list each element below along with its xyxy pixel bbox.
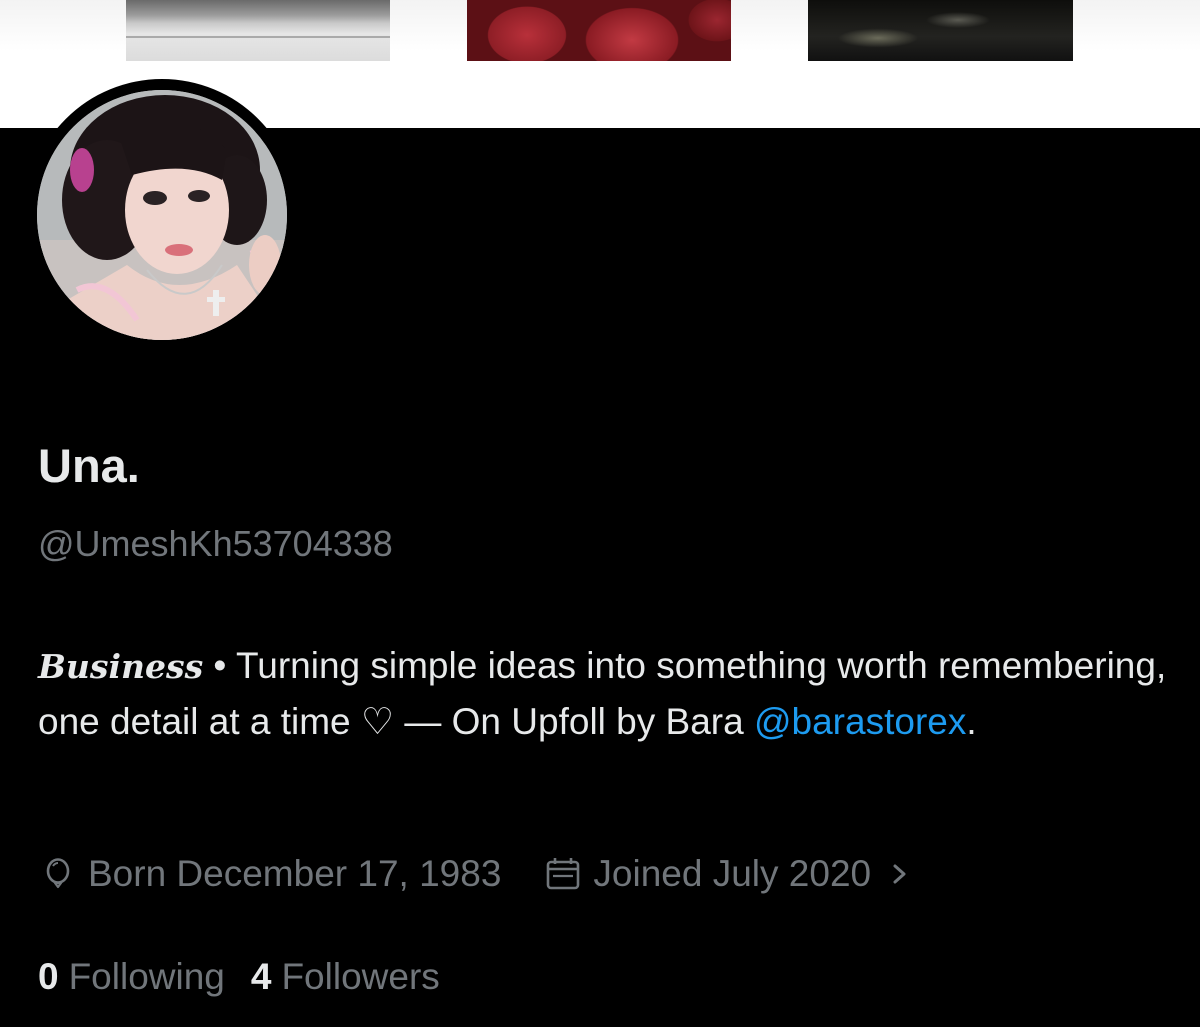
banner-photo-3 [808,0,1073,61]
balloon-icon [38,854,78,894]
profile-page: Una. @UmeshKh53704338 Business • Turning… [0,0,1200,1027]
bio-separator: • [203,645,237,686]
avatar[interactable] [37,90,287,340]
profile-meta: Born December 17, 1983 Joined July 2020 [38,848,911,900]
follow-stats: 0 Following 4 Followers [38,952,440,1002]
followers-label: Followers [281,956,440,997]
joined-item[interactable]: Joined July 2020 [543,853,911,895]
banner-photo-1 [126,0,390,61]
handle: @UmeshKh53704338 [38,523,393,564]
joined-text: Joined July 2020 [593,853,872,894]
bio-category: Business [38,647,204,686]
bio: Business • Turning simple ideas into som… [38,638,1168,749]
following-label: Following [68,956,225,997]
display-name: Una. [38,439,140,492]
birthday-text: Born December 17, 1983 [88,853,502,894]
followers-link[interactable]: 4 Followers [251,952,440,1002]
followers-count: 4 [250,956,272,997]
bio-trailing: . [966,701,977,742]
chevron-right-icon [889,854,911,894]
calendar-icon [543,854,583,894]
following-link[interactable]: 0 Following [38,952,225,1002]
banner-photo-2 [467,0,731,61]
bio-mention-link[interactable]: @barastorex [754,701,966,742]
birthday-item: Born December 17, 1983 [38,853,501,895]
following-count: 0 [38,956,59,997]
